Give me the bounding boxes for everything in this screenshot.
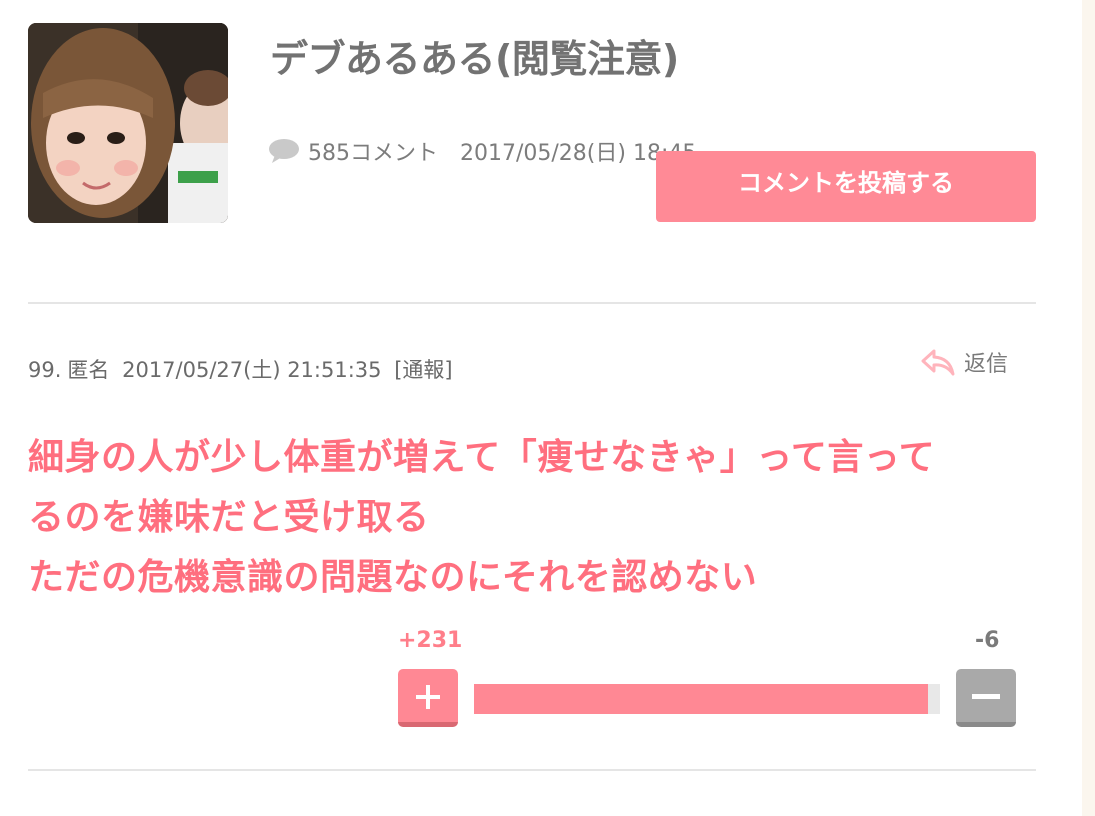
minus-vote-count: -6: [975, 628, 1000, 653]
reply-icon: [921, 349, 955, 376]
post-comment-button[interactable]: コメントを投稿する: [656, 151, 1036, 222]
minus-icon: [972, 694, 1000, 699]
topic-meta: 585コメント 2017/05/28(日) 18:45: [268, 136, 696, 166]
page-edge: [1082, 0, 1095, 816]
comment-datetime: 2017/05/27(土) 21:51:35: [122, 358, 382, 382]
divider: [28, 302, 1036, 304]
downvote-button[interactable]: [956, 669, 1016, 727]
vote-ratio-fill: [474, 684, 929, 714]
comment-line: るのを嫌味だと受け取る: [28, 497, 430, 538]
comment-author: 匿名: [67, 358, 110, 382]
topic-thumbnail[interactable]: [28, 23, 228, 223]
comment-bubble-icon: [269, 139, 299, 163]
comment-body: 細身の人が少し体重が増えて「痩せなきゃ」って言って るのを嫌味だと受け取る ただ…: [28, 428, 1038, 608]
comment-number: 99.: [28, 358, 62, 382]
divider: [28, 769, 1036, 771]
report-link[interactable]: [通報]: [394, 358, 452, 382]
comment-count[interactable]: 585コメント: [308, 135, 438, 167]
reply-button[interactable]: 返信: [920, 343, 1008, 381]
plus-vote-count: +231: [398, 628, 463, 653]
upvote-button[interactable]: [398, 669, 458, 727]
vote-ratio-bar: [474, 684, 940, 714]
reply-label: 返信: [964, 352, 1009, 377]
comment-line: 細身の人が少し体重が増えて「痩せなきゃ」って言って: [28, 437, 936, 478]
plus-icon: [416, 685, 440, 709]
comment-header: 99. 匿名 2017/05/27(土) 21:51:35 [通報]: [28, 354, 459, 384]
topic-title: デブあるある(閲覧注意): [270, 37, 679, 81]
comment-line: ただの危機意識の問題なのにそれを認めない: [28, 557, 758, 598]
